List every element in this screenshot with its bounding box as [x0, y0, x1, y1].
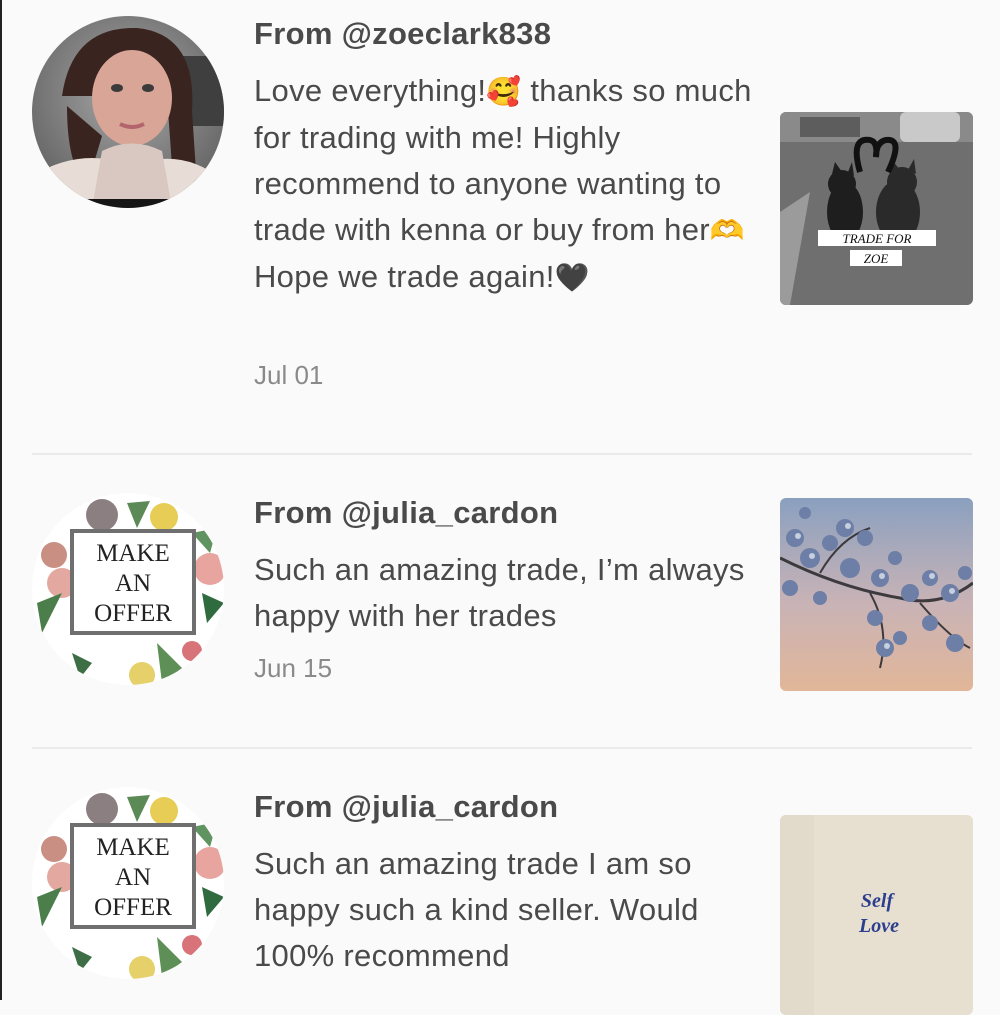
blossom-photo-image	[780, 498, 973, 691]
listing-thumbnail[interactable]	[780, 498, 973, 691]
avatar[interactable]	[32, 16, 224, 208]
logo-text: MAKE	[96, 834, 170, 861]
avatar[interactable]: MAKE AN OFFER	[32, 787, 224, 979]
make-an-offer-logo: MAKE AN OFFER	[32, 493, 224, 685]
cat-photo-image: TRADE FOR ZOE	[780, 112, 973, 305]
review-item: MAKE AN OFFER From @julia_cardon Such an…	[2, 749, 1000, 1015]
reviewer-name[interactable]: From @julia_cardon	[254, 789, 558, 825]
profile-photo	[32, 16, 224, 208]
review-date: Jul 01	[254, 360, 324, 390]
review-item: MAKE AN OFFER From @julia_cardon Such an…	[2, 455, 1000, 748]
reviewer-name[interactable]: From @zoeclark838	[254, 16, 551, 52]
heart-hands-icon: 🫶	[709, 215, 746, 246]
thumb-label: Love	[858, 915, 899, 937]
smiling-face-hearts-icon: 🥰	[486, 76, 522, 107]
thumb-label: Self	[861, 890, 896, 912]
logo-text: OFFER	[94, 600, 172, 627]
review-text-part: Hope we trade again!	[254, 259, 555, 294]
self-love-image: Self Love	[780, 815, 973, 1015]
logo-text: AN	[115, 570, 151, 597]
review-text-part: Love everything!	[254, 73, 487, 108]
make-an-offer-logo: MAKE AN OFFER	[32, 787, 224, 979]
review-text: Love everything!🥰 thanks so much for tra…	[254, 68, 754, 301]
reviewer-name[interactable]: From @julia_cardon	[254, 495, 558, 531]
review-date: Jun 15	[254, 653, 333, 683]
review-text: Such an amazing trade, I’m always happy …	[254, 552, 745, 633]
black-heart-icon: 🖤	[554, 262, 590, 293]
logo-text: MAKE	[96, 540, 170, 567]
thumb-label: ZOE	[864, 251, 889, 266]
listing-thumbnail[interactable]: Self Love	[780, 815, 973, 1015]
review-item: From @zoeclark838 Love everything!🥰 than…	[2, 0, 1000, 455]
listing-thumbnail[interactable]: TRADE FOR ZOE	[780, 112, 973, 305]
logo-text: AN	[115, 864, 151, 891]
avatar[interactable]: MAKE AN OFFER	[32, 493, 224, 685]
thumb-label: TRADE FOR	[843, 231, 912, 246]
logo-text: OFFER	[94, 894, 172, 921]
review-text: Such an amazing trade I am so happy such…	[254, 846, 699, 973]
